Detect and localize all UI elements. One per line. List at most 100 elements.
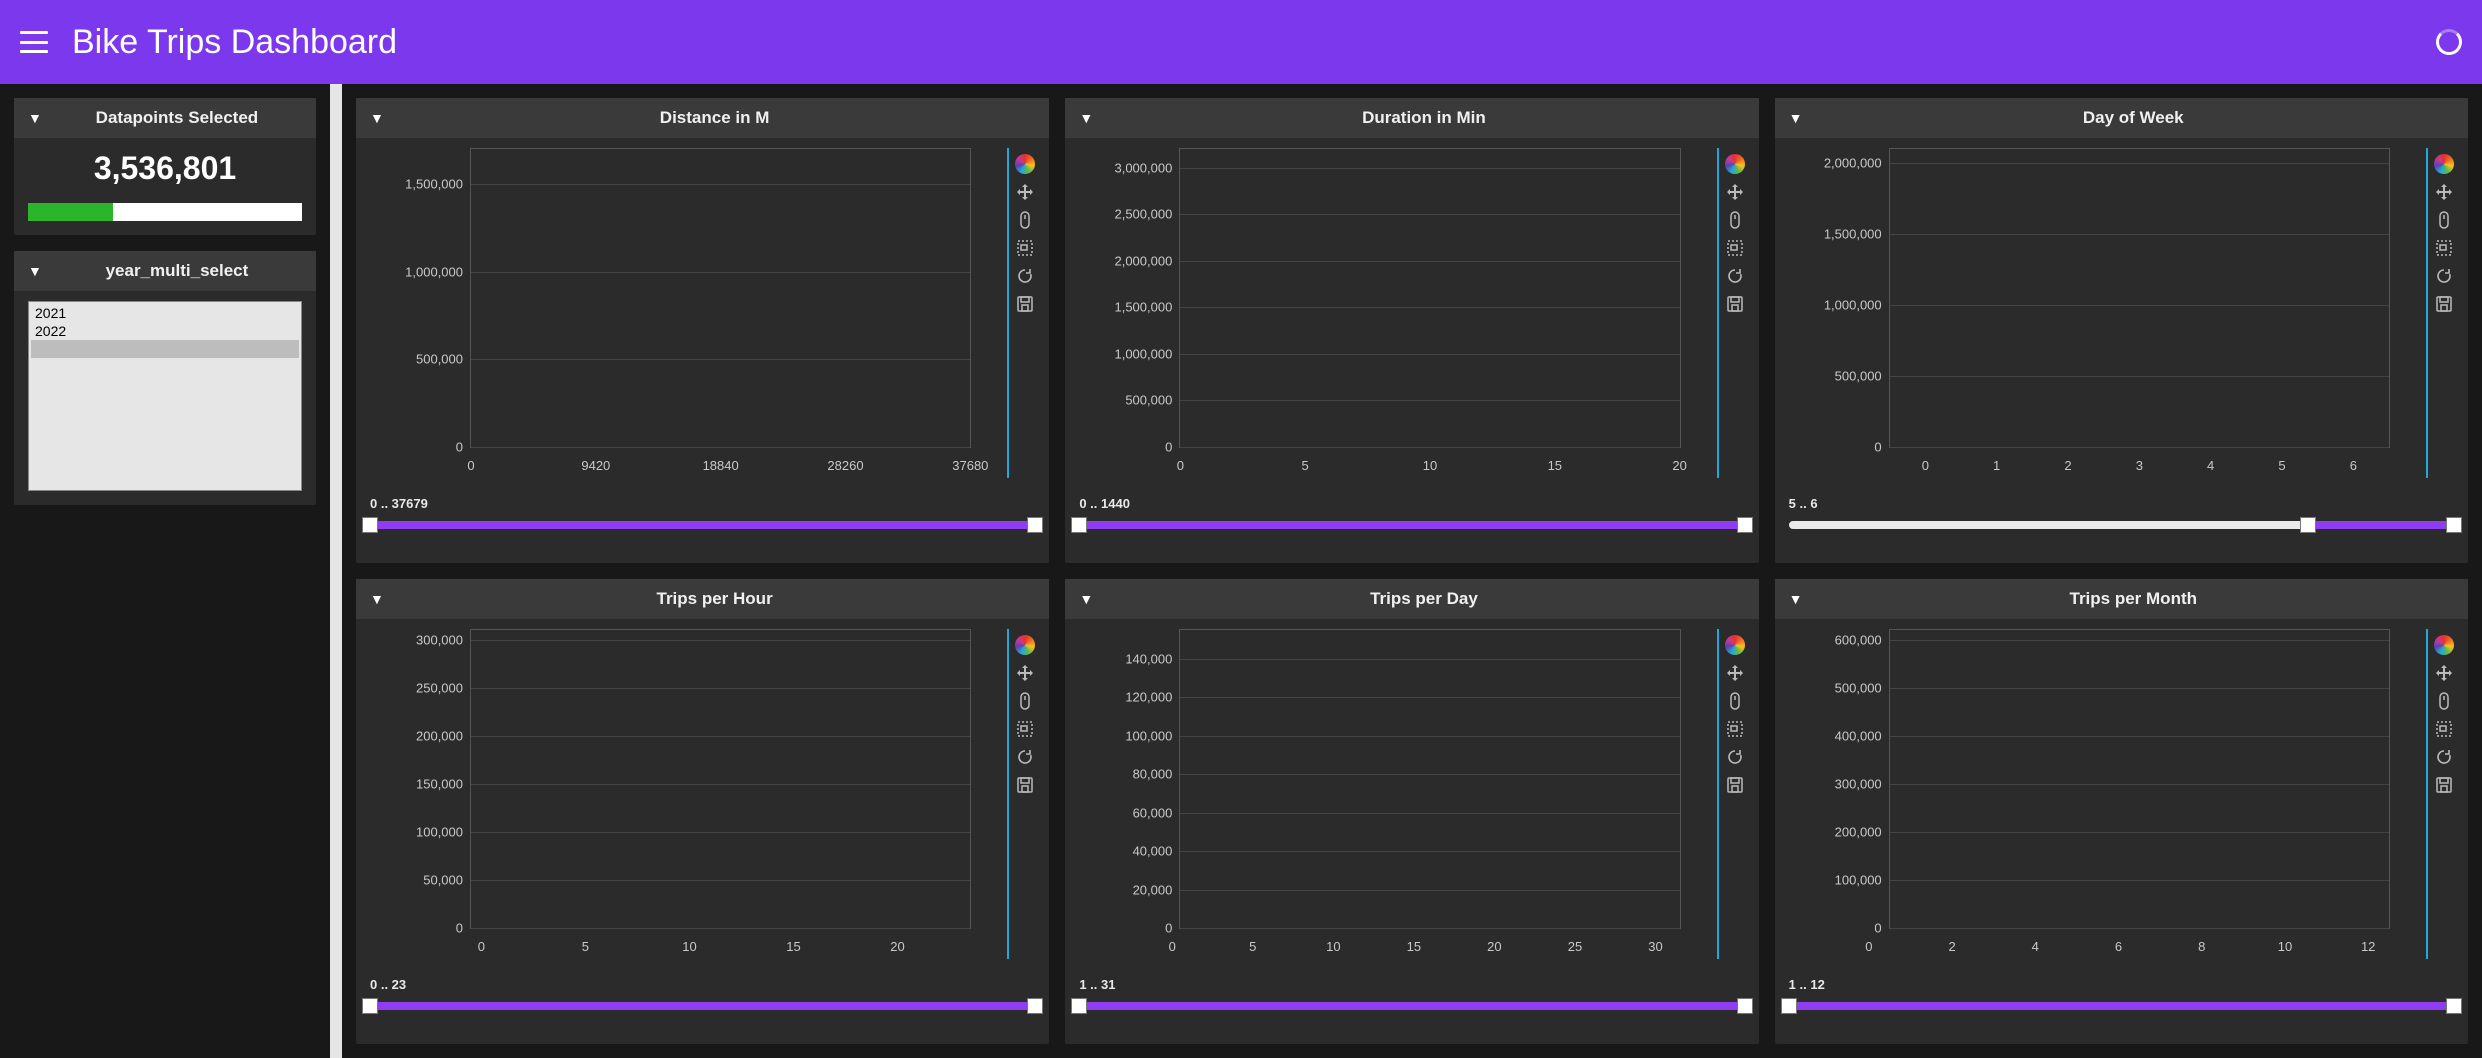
wheel-zoom-icon[interactable] [1015,210,1035,230]
reset-icon[interactable] [1015,266,1035,286]
pan-icon[interactable] [1015,182,1035,202]
pan-icon[interactable] [2434,663,2454,683]
y-tick-label: 200,000 [371,728,463,743]
year-option[interactable] [31,340,299,358]
collapse-caret-icon[interactable]: ▼ [1079,110,1093,126]
y-tick-label: 0 [1790,440,1882,455]
collapse-caret-icon[interactable]: ▼ [1079,591,1093,607]
save-icon[interactable] [1725,294,1745,314]
wheel-zoom-icon[interactable] [2434,691,2454,711]
save-icon[interactable] [1725,775,1745,795]
pan-icon[interactable] [2434,182,2454,202]
x-tick-label: 25 [1568,939,1582,954]
box-zoom-icon[interactable] [2434,238,2454,258]
range-slider[interactable] [1079,517,1744,533]
progress-fill [28,203,113,221]
collapse-caret-icon[interactable]: ▼ [28,110,42,126]
plot-area[interactable]: 0500,0001,000,0001,500,00009420188402826… [470,148,971,448]
y-tick-label: 60,000 [1080,805,1172,820]
x-tick-label: 0 [1169,939,1176,954]
chart-card-dow: ▼Day of Week0500,0001,000,0001,500,0002,… [1775,98,2468,563]
year-option[interactable]: 2022 [31,322,299,340]
chart-card-distance: ▼Distance in M0500,0001,000,0001,500,000… [356,98,1049,563]
app-bar: Bike Trips Dashboard [0,0,2482,84]
card-title: Datapoints Selected [52,108,302,128]
bokeh-logo-icon[interactable] [2434,635,2454,655]
vertical-divider[interactable] [330,84,342,1058]
slider-handle-high[interactable] [1027,517,1043,533]
save-icon[interactable] [2434,294,2454,314]
bokeh-logo-icon[interactable] [1725,635,1745,655]
slider-handle-low[interactable] [362,998,378,1014]
range-slider[interactable] [1789,998,2454,1014]
bokeh-logo-icon[interactable] [1725,154,1745,174]
slider-handle-low[interactable] [1071,998,1087,1014]
reset-icon[interactable] [1725,266,1745,286]
datapoints-value: 3,536,801 [28,150,302,187]
slider-handle-low[interactable] [2300,517,2316,533]
collapse-caret-icon[interactable]: ▼ [1789,110,1803,126]
range-slider-label: 1 .. 31 [1079,977,1744,992]
save-icon[interactable] [1015,775,1035,795]
range-slider-label: 5 .. 6 [1789,496,2454,511]
slider-handle-high[interactable] [2446,998,2462,1014]
range-slider[interactable] [1079,998,1744,1014]
slider-handle-low[interactable] [1071,517,1087,533]
collapse-caret-icon[interactable]: ▼ [1789,591,1803,607]
bokeh-logo-icon[interactable] [1015,154,1035,174]
save-icon[interactable] [2434,775,2454,795]
plot-area[interactable]: 0500,0001,000,0001,500,0002,000,00001234… [1889,148,2390,448]
year-option[interactable]: 2021 [31,304,299,322]
box-zoom-icon[interactable] [1015,719,1035,739]
save-icon[interactable] [1015,294,1035,314]
reset-icon[interactable] [2434,266,2454,286]
x-tick-label: 3 [2136,458,2143,473]
slider-handle-high[interactable] [2446,517,2462,533]
plot-area[interactable]: 050,000100,000150,000200,000250,000300,0… [470,629,971,929]
box-zoom-icon[interactable] [2434,719,2454,739]
range-slider[interactable] [370,517,1035,533]
x-tick-label: 0 [1177,458,1184,473]
collapse-caret-icon[interactable]: ▼ [370,110,384,126]
pan-icon[interactable] [1725,182,1745,202]
grid-line [1180,928,1679,929]
wheel-zoom-icon[interactable] [1725,691,1745,711]
busy-spinner-icon [2436,29,2462,55]
y-tick-label: 2,000,000 [1080,253,1172,268]
slider-handle-high[interactable] [1027,998,1043,1014]
slider-handle-high[interactable] [1737,517,1753,533]
slider-handle-low[interactable] [362,517,378,533]
year-multi-select[interactable]: 20212022 [28,301,302,491]
bokeh-logo-icon[interactable] [1015,635,1035,655]
range-slider[interactable] [370,998,1035,1014]
pan-icon[interactable] [1015,663,1035,683]
pan-icon[interactable] [1725,663,1745,683]
collapse-caret-icon[interactable]: ▼ [28,263,42,279]
plot-area[interactable]: 020,00040,00060,00080,000100,000120,0001… [1179,629,1680,929]
x-tick-label: 0 [467,458,474,473]
x-tick-label: 10 [1326,939,1340,954]
y-tick-label: 1,000,000 [1080,346,1172,361]
collapse-caret-icon[interactable]: ▼ [370,591,384,607]
slider-handle-low[interactable] [1781,998,1797,1014]
box-zoom-icon[interactable] [1725,238,1745,258]
bokeh-logo-icon[interactable] [2434,154,2454,174]
reset-icon[interactable] [1015,747,1035,767]
y-tick-label: 2,000,000 [1790,156,1882,171]
x-tick-label: 20 [1672,458,1686,473]
hamburger-menu-icon[interactable] [20,31,48,53]
wheel-zoom-icon[interactable] [1015,691,1035,711]
box-zoom-icon[interactable] [1725,719,1745,739]
y-tick-label: 1,500,000 [1790,227,1882,242]
plot-area[interactable]: 0100,000200,000300,000400,000500,000600,… [1889,629,2390,929]
chart-card-day: ▼Trips per Day020,00040,00060,00080,0001… [1065,579,1758,1044]
reset-icon[interactable] [1725,747,1745,767]
y-tick-label: 600,000 [1790,632,1882,647]
plot-area[interactable]: 0500,0001,000,0001,500,0002,000,0002,500… [1179,148,1680,448]
wheel-zoom-icon[interactable] [2434,210,2454,230]
reset-icon[interactable] [2434,747,2454,767]
wheel-zoom-icon[interactable] [1725,210,1745,230]
box-zoom-icon[interactable] [1015,238,1035,258]
slider-handle-high[interactable] [1737,998,1753,1014]
range-slider[interactable] [1789,517,2454,533]
